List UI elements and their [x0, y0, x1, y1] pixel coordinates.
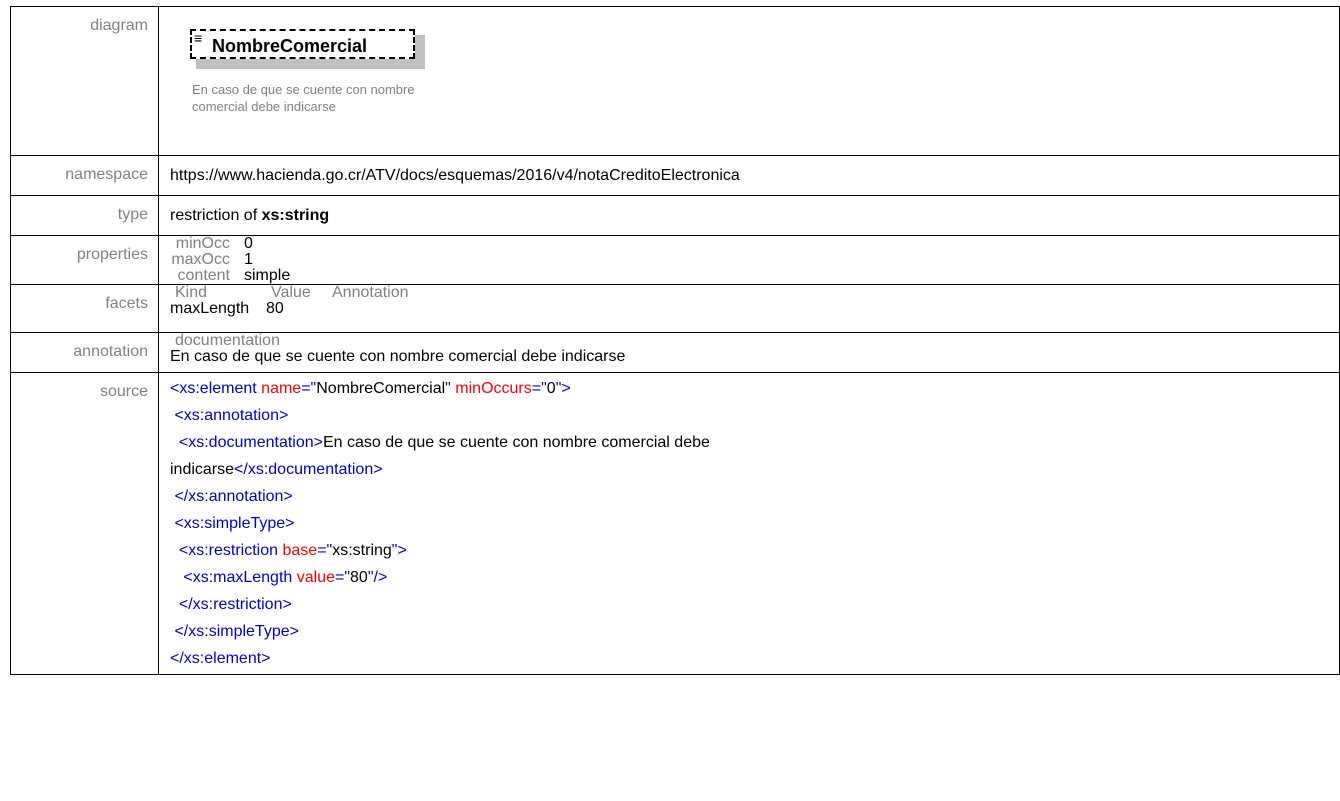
row-source: source <xs:element name="NombreComercial… — [10, 372, 1340, 675]
label-facets: facets — [10, 284, 159, 333]
property-value: 1 — [244, 251, 253, 268]
property-key: minOcc — [175, 235, 230, 252]
label-properties: properties — [10, 235, 159, 285]
annotation-head: documentation — [175, 332, 280, 349]
property-value: simple — [244, 267, 291, 284]
type-value: restriction of xs:string — [158, 195, 1340, 236]
source-line: </xs:element> — [170, 650, 271, 667]
source-code: <xs:element name="NombreComercial" minOc… — [158, 372, 1340, 675]
element-diagram[interactable]: ≡ NombreComercial — [190, 29, 425, 69]
property-value: 0 — [244, 235, 253, 252]
diagram-cell: ≡ NombreComercial En caso de que se cuen… — [158, 6, 1340, 156]
element-doc-table: diagram ≡ NombreComercial En caso de que… — [10, 6, 1340, 675]
label-namespace: namespace — [10, 155, 159, 196]
label-source: source — [10, 372, 159, 675]
source-line: </xs:simpleType> — [174, 623, 299, 640]
row-type: type restriction of xs:string — [10, 195, 1340, 236]
facets-cell: Kind Value Annotation maxLength 80 — [158, 284, 1340, 333]
diagram-element-name: NombreComercial — [212, 36, 368, 56]
source-line: <xs:maxLength value="80"/> — [183, 569, 388, 586]
source-line: </xs:annotation> — [174, 488, 293, 505]
property-item: maxOcc 1 — [170, 252, 1339, 268]
facet-annotation — [327, 301, 477, 317]
property-item: content simple — [170, 268, 1339, 284]
row-facets: facets Kind Value Annotation maxLength 8… — [10, 284, 1340, 333]
annotation-cell: documentation En caso de que se cuente c… — [158, 332, 1340, 373]
row-namespace: namespace https://www.hacienda.go.cr/ATV… — [10, 155, 1340, 196]
facets-header: Kind Value Annotation — [170, 285, 1339, 301]
row-annotation: annotation documentation En caso de que … — [10, 332, 1340, 373]
namespace-value: https://www.hacienda.go.cr/ATV/docs/esqu… — [158, 155, 1340, 196]
facets-header-value: Value — [271, 284, 311, 301]
type-prefix: restriction of — [170, 207, 262, 224]
documentation-page: diagram ≡ NombreComercial En caso de que… — [0, 0, 1340, 801]
label-diagram: diagram — [10, 6, 159, 156]
properties-cell: minOcc 0 maxOcc 1 content simple — [158, 235, 1340, 285]
row-diagram: diagram ≡ NombreComercial En caso de que… — [10, 6, 1340, 156]
source-line: <xs:element name="NombreComercial" minOc… — [170, 380, 571, 397]
source-line: <xs:simpleType> — [174, 515, 295, 532]
property-item: minOcc 0 — [170, 236, 1339, 252]
type-base-link[interactable]: xs:string — [262, 207, 330, 224]
facets-header-kind: Kind — [175, 284, 208, 301]
annotation-text: En caso de que se cuente con nombre come… — [170, 348, 626, 365]
source-line: <xs:restriction base="xs:string"> — [178, 542, 407, 559]
facet-row: maxLength 80 — [170, 301, 1339, 317]
row-properties: properties minOcc 0 maxOcc 1 content sim… — [10, 235, 1340, 285]
facet-kind: maxLength — [170, 300, 250, 317]
facets-header-annotation: Annotation — [332, 284, 409, 301]
diagram-element-box: ≡ NombreComercial — [190, 29, 415, 59]
property-key: maxOcc — [171, 251, 230, 268]
diagram-element-doc: En caso de que se cuente con nombre come… — [192, 82, 415, 114]
source-line: </xs:restriction> — [178, 596, 292, 613]
element-list-icon: ≡ — [194, 30, 203, 46]
property-key: content — [177, 267, 230, 284]
label-annotation: annotation — [10, 332, 159, 373]
facet-value: 80 — [266, 300, 284, 317]
source-line: indicarse</xs:documentation> — [170, 461, 383, 478]
source-line: <xs:documentation>En caso de que se cuen… — [178, 434, 710, 451]
label-type: type — [10, 195, 159, 236]
source-line: <xs:annotation> — [174, 407, 289, 424]
